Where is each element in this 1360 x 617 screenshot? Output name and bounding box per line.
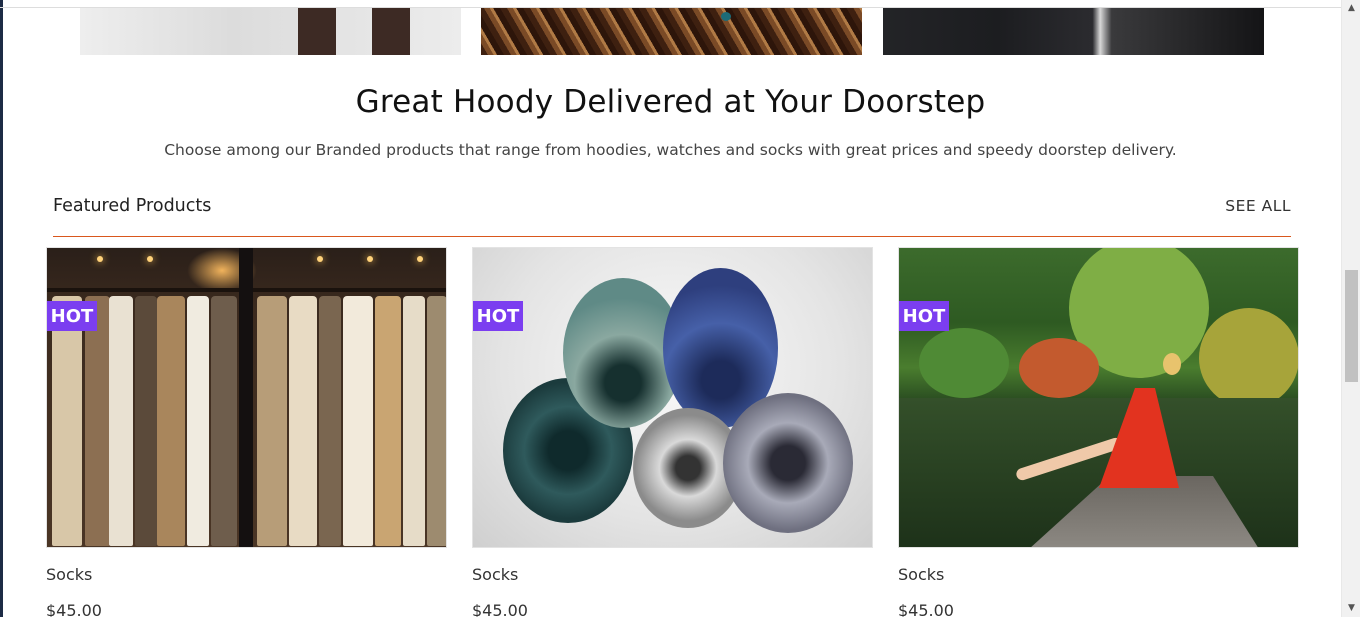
product-image[interactable]: HOT (46, 247, 447, 548)
rack-pole (239, 248, 253, 547)
hot-badge: HOT (473, 301, 523, 331)
vertical-scrollbar[interactable]: ▲ ▼ (1341, 0, 1360, 617)
hero-title: Great Hoody Delivered at Your Doorstep (355, 84, 986, 120)
featured-header: Featured Products SEE ALL (53, 194, 1291, 237)
product-name[interactable]: Socks (898, 565, 944, 584)
banner-detail (721, 12, 731, 21)
garment (289, 296, 317, 546)
garment (109, 296, 133, 546)
garment (157, 296, 185, 546)
product-name[interactable]: Socks (472, 565, 518, 584)
product-name[interactable]: Socks (46, 565, 92, 584)
tree (1019, 338, 1099, 398)
lamp (147, 256, 153, 262)
hot-badge: HOT (899, 301, 949, 331)
garment (211, 296, 237, 546)
sock (723, 393, 853, 533)
product-card[interactable]: HOT Socks $45.00 (46, 247, 447, 617)
lamp (417, 256, 423, 262)
garment (319, 296, 341, 546)
garment (403, 296, 425, 546)
see-all-link[interactable]: SEE ALL (1225, 197, 1291, 215)
hero-subtitle: Choose among our Branded products that r… (164, 141, 1177, 159)
lamp (367, 256, 373, 262)
banner-image-2[interactable] (481, 8, 862, 55)
tree (919, 328, 1009, 398)
banner-image-3[interactable] (883, 8, 1264, 55)
banner-figure (298, 8, 336, 55)
garment (343, 296, 373, 546)
featured-title: Featured Products (53, 196, 212, 216)
banner-image-1[interactable] (80, 8, 461, 55)
scrollbar-thumb[interactable] (1345, 270, 1358, 382)
tree (1199, 308, 1298, 408)
product-price: $45.00 (898, 601, 954, 617)
product-card[interactable]: HOT Socks $45.00 (898, 247, 1299, 617)
garment (52, 296, 82, 546)
product-image[interactable]: HOT (898, 247, 1299, 548)
garment (85, 296, 110, 546)
lamp (317, 256, 323, 262)
product-image[interactable]: HOT (472, 247, 873, 548)
product-price: $45.00 (46, 601, 102, 617)
chevron-up-icon[interactable]: ▲ (1342, 0, 1360, 17)
garment (135, 296, 157, 546)
garment (187, 296, 209, 546)
product-price: $45.00 (472, 601, 528, 617)
garment (375, 296, 401, 546)
product-card[interactable]: HOT Socks $45.00 (472, 247, 873, 617)
hot-badge: HOT (47, 301, 97, 331)
chevron-down-icon[interactable]: ▼ (1342, 600, 1360, 617)
garment (257, 296, 287, 546)
garment (427, 296, 446, 546)
figure-head (1163, 353, 1181, 375)
lamp (97, 256, 103, 262)
banner-figure (372, 8, 410, 55)
